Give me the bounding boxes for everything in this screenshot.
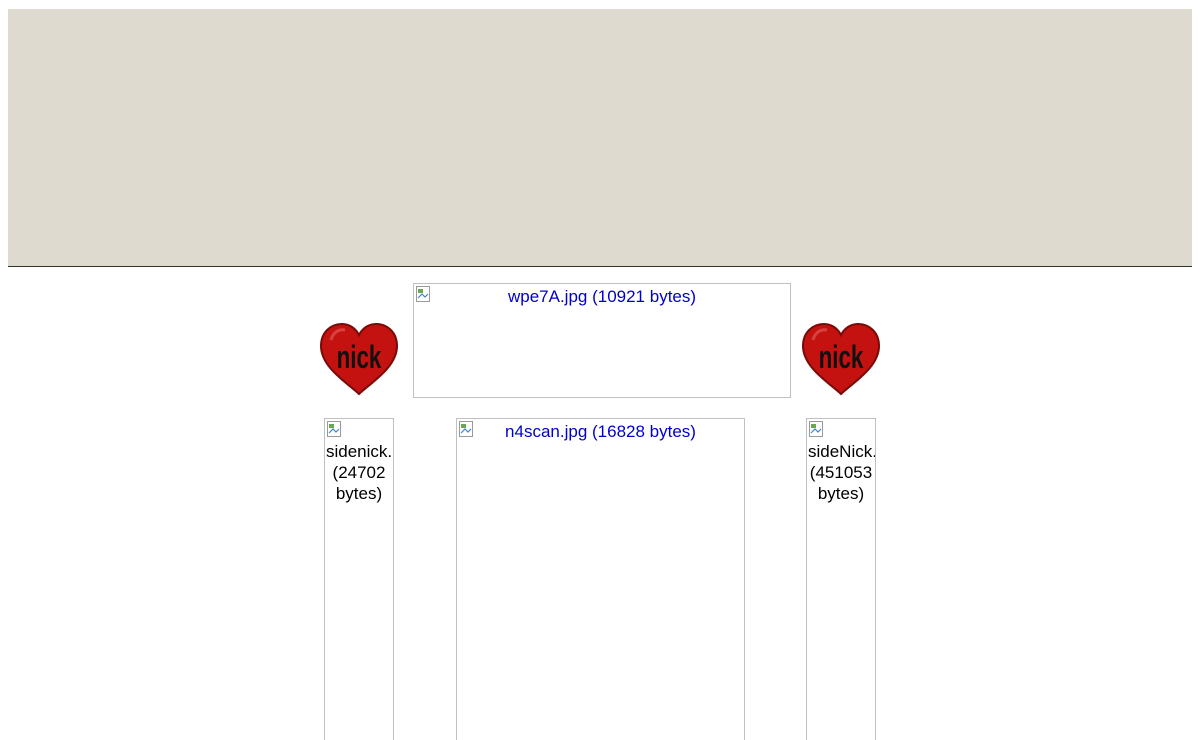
broken-image-icon — [459, 421, 473, 437]
broken-image-icon — [416, 286, 430, 302]
broken-image-icon — [327, 421, 341, 437]
page: nick wpe7A.jpg (10921 bytes) nick sideni… — [0, 0, 1200, 740]
broken-image-icon — [809, 421, 823, 437]
image-wpe7a[interactable]: wpe7A.jpg (10921 bytes) — [413, 283, 791, 398]
header-banner — [8, 9, 1192, 267]
image-n4scan[interactable]: n4scan.jpg (16828 bytes) — [456, 418, 745, 740]
nick-heart-logo-right: nick — [801, 322, 881, 396]
nick-heart-logo-left: nick — [319, 322, 399, 396]
image-sidenick[interactable]: sidenick. (24702 bytes) — [324, 418, 394, 740]
heart-label: nick — [819, 339, 864, 375]
image-alt-link[interactable]: wpe7A.jpg (10921 bytes) — [414, 284, 790, 307]
image-sidenick-right[interactable]: sideNick. (451053 bytes) — [806, 418, 876, 740]
image-alt-link[interactable]: n4scan.jpg (16828 bytes) — [457, 419, 744, 442]
heart-label: nick — [337, 339, 382, 375]
